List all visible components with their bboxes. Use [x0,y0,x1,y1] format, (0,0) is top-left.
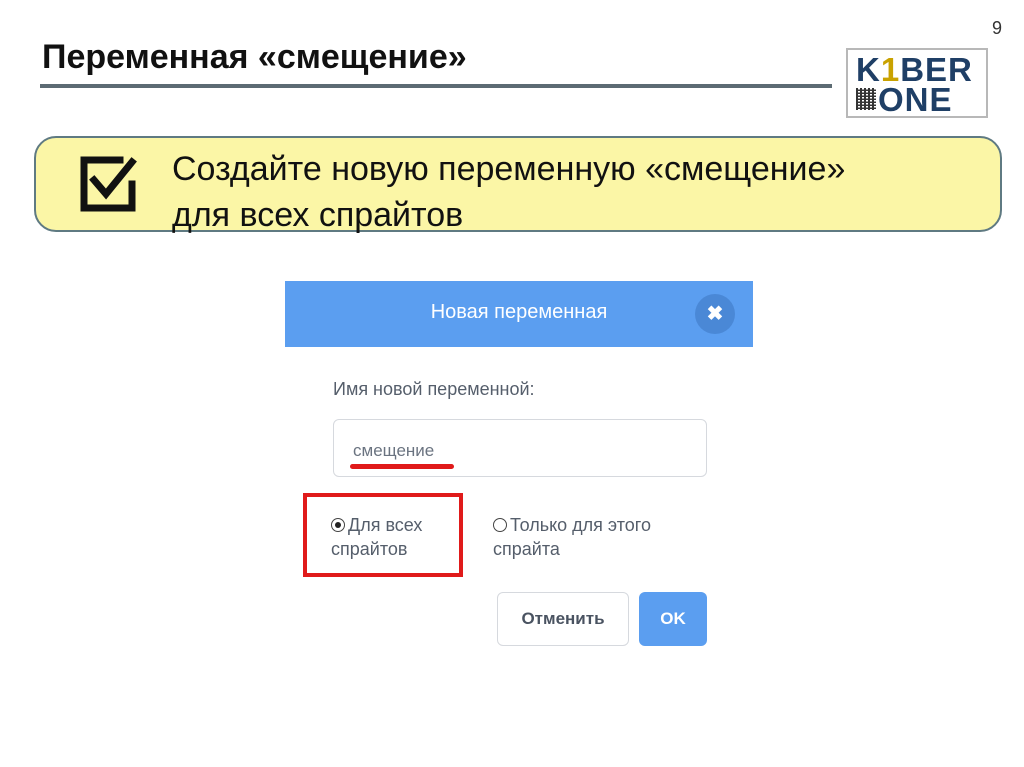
radio-all-label-line-2: спрайтов [331,539,408,559]
ok-button[interactable]: OK [639,592,707,646]
task-text-line-1: Создайте новую переменную «смещение» [172,150,846,188]
variable-name-input[interactable]: смещение [333,419,707,477]
slide-title: Переменная «смещение» [42,38,467,76]
dialog-header: Новая переменная ✖ [285,281,753,347]
kiberone-logo: K1BER ONE [846,48,988,118]
radio-for-all-sprites[interactable]: Для всех спрайтов [331,513,422,561]
radio-all-label-line-1: Для всех [348,515,423,535]
red-underline-annotation [350,464,454,469]
task-box: Создайте новую переменную «смещение» для… [34,136,1002,234]
dialog-title: Новая переменная [430,301,608,323]
radio-this-label-line-2: спрайта [493,539,560,559]
task-text-line-2: для всех спрайтов [172,196,464,234]
cancel-button[interactable]: Отменить [497,592,629,646]
variable-name-value: смещение [353,441,435,460]
slide: 9 Переменная «смещение» K1BER ONE Создай… [0,0,1024,767]
title-divider [40,84,832,88]
close-button[interactable]: ✖ [695,294,735,334]
radio-for-this-sprite[interactable]: Только для этого спрайта [493,513,651,561]
close-icon: ✖ [706,303,724,325]
new-variable-dialog: Новая переменная ✖ Имя новой переменной:… [285,281,753,661]
variable-name-label: Имя новой переменной: [333,379,535,399]
qr-code-icon [856,88,876,110]
radio-this-label-line-1: Только для этого [510,515,651,535]
checkbox-checked-icon [80,156,137,212]
page-number: 9 [991,18,1002,38]
radio-unchecked-icon [493,518,507,532]
logo-text-bottom: ONE [878,81,953,118]
task-text: Создайте новую переменную «смещение» для… [172,146,972,238]
radio-checked-icon [331,518,345,532]
